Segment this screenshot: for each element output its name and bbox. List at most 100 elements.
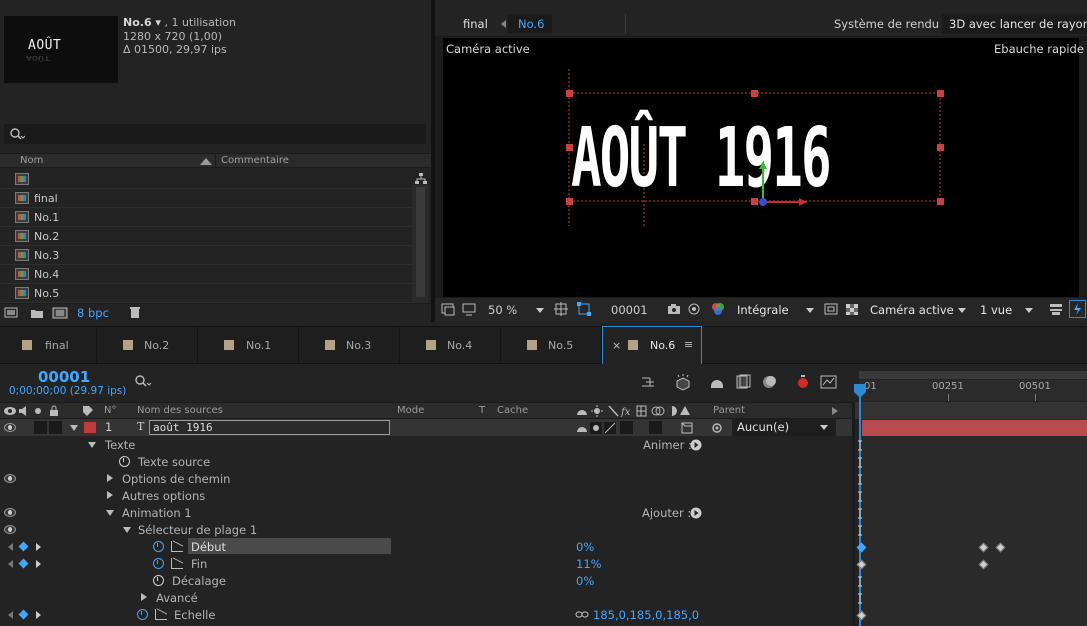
shy-layers-icon[interactable] — [708, 374, 726, 390]
nav-back-icon[interactable] — [501, 20, 506, 28]
layer-row[interactable]: 1 T août 1916 Aucun(e) — [0, 419, 855, 436]
graph-icon[interactable] — [171, 558, 183, 569]
transparency-grid-icon[interactable] — [845, 303, 859, 316]
column-number[interactable]: N° — [104, 405, 116, 416]
tab-final[interactable]: final — [0, 327, 97, 363]
brainstorm-icon[interactable] — [795, 374, 811, 390]
camera-dropdown[interactable]: Caméra active — [870, 303, 954, 317]
tab-no2[interactable]: No.2 — [97, 327, 198, 363]
tab-menu-icon[interactable]: ≡ — [684, 338, 693, 351]
always-preview-icon[interactable] — [441, 303, 455, 316]
scale-value[interactable]: 185,0,185,0,185,0 — [593, 608, 699, 622]
expand-more-options-icon[interactable] — [107, 491, 113, 499]
solo-switch[interactable] — [34, 421, 47, 434]
prev-keyframe-icon[interactable] — [8, 560, 13, 568]
flowchart-icon[interactable] — [414, 172, 428, 186]
sort-ascending-icon[interactable] — [200, 158, 212, 165]
property-scale[interactable]: Echelle 185,0,185,0,185,0 — [0, 606, 855, 623]
stopwatch-icon[interactable] — [153, 558, 164, 569]
draft-3d-icon[interactable] — [674, 373, 692, 391]
timeline-timecode[interactable]: 00001 — [38, 368, 90, 386]
layer-label-color[interactable] — [84, 422, 96, 433]
add-keyframe-icon[interactable] — [18, 541, 29, 552]
graph-editor-icon[interactable] — [820, 374, 838, 390]
timeline-search-icon[interactable] — [134, 374, 154, 388]
constrain-proportions-link-icon[interactable] — [575, 610, 589, 619]
project-item-no2[interactable]: No.2 — [0, 227, 412, 246]
parent-dropdown[interactable]: Aucun(e) — [732, 419, 836, 436]
layer-name-field[interactable]: août 1916 — [149, 420, 390, 435]
property-end[interactable]: Fin 11% — [0, 555, 855, 572]
monitor-icon[interactable] — [462, 303, 476, 316]
adjustment-switch[interactable] — [649, 421, 662, 434]
column-parent[interactable]: Parent — [713, 405, 745, 416]
toggle-pixel-aspect-icon[interactable] — [1048, 302, 1064, 316]
expand-range-selector-icon[interactable] — [123, 527, 131, 533]
add-menu-label[interactable]: Ajouter : — [642, 506, 691, 520]
fx-switch[interactable] — [620, 421, 633, 434]
end-value[interactable]: 11% — [576, 557, 602, 571]
project-item-final[interactable]: final — [0, 189, 412, 208]
tab-no1[interactable]: No.1 — [198, 327, 299, 363]
column-source-name[interactable]: Nom des sources — [137, 405, 223, 416]
visibility-eye-icon[interactable] — [4, 508, 16, 517]
stopwatch-icon[interactable] — [137, 609, 148, 620]
viewer-tab-current[interactable]: No.6 — [518, 17, 544, 31]
column-mask[interactable]: Cache — [497, 405, 528, 416]
color-channels-icon[interactable] — [710, 301, 726, 317]
layer-visibility-eye-icon[interactable] — [4, 423, 16, 432]
column-comment[interactable]: Commentaire — [221, 155, 289, 166]
tab-no5[interactable]: No.5 — [501, 327, 602, 363]
show-snapshot-icon[interactable] — [687, 302, 701, 316]
resolution-dropdown[interactable]: Intégrale — [737, 303, 789, 317]
prev-keyframe-icon[interactable] — [8, 543, 13, 551]
region-of-interest-icon[interactable] — [824, 303, 838, 316]
safe-zones-icon[interactable] — [554, 302, 568, 316]
project-search-input[interactable] — [4, 124, 426, 144]
project-item-no3[interactable]: No.3 — [0, 246, 412, 265]
next-keyframe-icon[interactable] — [36, 611, 41, 619]
views-dropdown[interactable]: 1 vue — [980, 303, 1012, 317]
frame-blending-icon[interactable] — [735, 374, 751, 390]
project-item-no5[interactable]: No.5 — [0, 284, 412, 303]
time-navigator[interactable] — [855, 402, 1087, 419]
fast-previews-button[interactable] — [1069, 300, 1086, 318]
expand-animator-icon[interactable] — [106, 510, 114, 516]
time-ruler[interactable]: 01 00251 00501 — [859, 380, 1087, 401]
property-group-more-options[interactable]: Autres options — [0, 487, 855, 504]
pickwhip-icon[interactable] — [711, 422, 723, 434]
comp-name[interactable]: No.6 ▾ — [123, 16, 161, 29]
column-expand-icon[interactable] — [832, 407, 838, 415]
close-tab-icon[interactable]: × — [612, 339, 621, 352]
scrollbar-thumb[interactable] — [416, 187, 425, 297]
viewer-canvas[interactable]: Caméra active Ebauche rapide AOÛT 1916 — [443, 38, 1084, 297]
tab-no6[interactable]: × No.6 ≡ — [602, 326, 702, 364]
bit-depth-button[interactable]: 8 bpc — [77, 306, 109, 320]
3d-layer-switch-icon[interactable] — [681, 422, 693, 434]
column-mode[interactable]: Mode — [397, 405, 424, 416]
expand-text-icon[interactable] — [88, 442, 96, 448]
project-item-no1[interactable]: No.1 — [0, 208, 412, 227]
property-group-path-options[interactable]: Options de chemin — [0, 470, 855, 487]
interpret-footage-icon[interactable] — [4, 307, 18, 319]
property-group-range-selector[interactable]: Sélecteur de plage 1 — [0, 521, 855, 538]
graph-icon[interactable] — [171, 541, 183, 552]
stopwatch-icon[interactable] — [119, 456, 130, 467]
property-group-animator[interactable]: Animation 1 Ajouter : — [0, 504, 855, 521]
snapshot-camera-icon[interactable] — [667, 303, 681, 315]
views-chevron-down-icon[interactable] — [1025, 308, 1033, 313]
resolution-chevron-down-icon[interactable] — [806, 308, 814, 313]
stopwatch-icon[interactable] — [153, 541, 164, 552]
motion-blur-icon[interactable] — [761, 374, 777, 390]
layer-switches[interactable] — [576, 422, 618, 434]
property-source-text[interactable]: Texte source — [0, 453, 855, 470]
property-start[interactable]: Début 0% — [0, 538, 855, 555]
visibility-eye-icon[interactable] — [4, 525, 16, 534]
viewer-tab-final[interactable]: final — [463, 17, 488, 31]
expand-advanced-icon[interactable] — [141, 593, 147, 601]
start-value[interactable]: 0% — [576, 540, 594, 554]
lock-switch[interactable] — [49, 421, 62, 434]
work-area-bar[interactable] — [859, 371, 1087, 379]
project-item-no4[interactable]: No.4 — [0, 265, 412, 284]
expand-path-options-icon[interactable] — [107, 474, 113, 482]
